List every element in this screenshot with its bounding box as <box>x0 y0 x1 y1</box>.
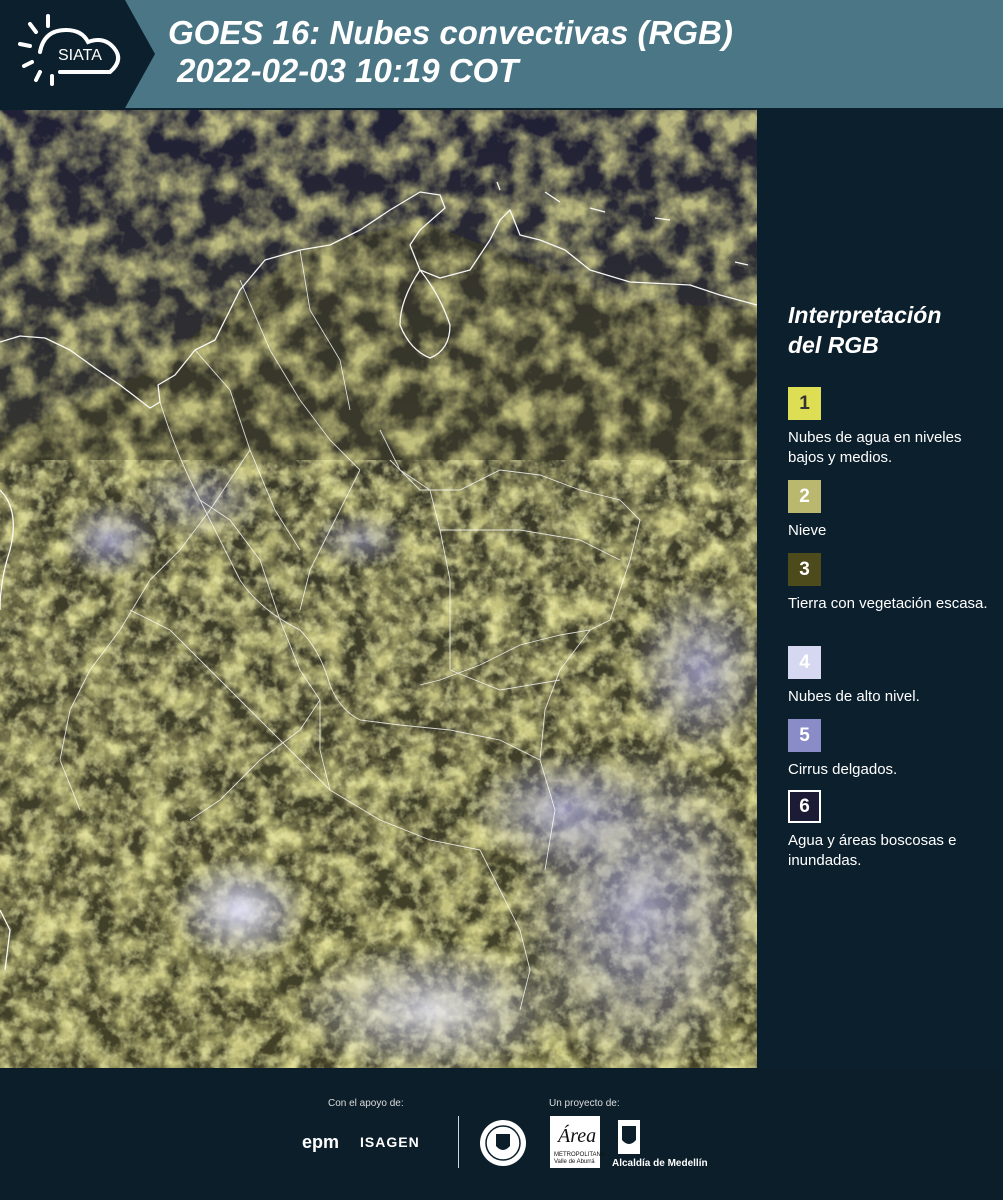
isagen-logo: ISAGEN <box>360 1134 420 1150</box>
legend-label-2: Nieve <box>788 522 827 539</box>
legend-item-1: 1 Nubes de agua en niveles bajos y medio… <box>788 387 993 468</box>
legend-title: Interpretación del RGB <box>788 300 993 360</box>
legend-item-4: 4 Nubes de alto nivel. <box>788 646 993 707</box>
svg-text:Área: Área <box>556 1124 596 1147</box>
legend-item-5: 5 Cirrus delgados. <box>788 719 993 780</box>
footer: Con el apoyo de: Un proyecto de: epm ISA… <box>0 1068 1003 1200</box>
legend-title-line-2: del RGB <box>788 332 879 358</box>
siata-logo: SIATA <box>0 0 155 108</box>
header-bar: SIATA GOES 16: Nubes convectivas (RGB) 2… <box>0 0 1003 108</box>
epm-logo: epm <box>302 1132 340 1152</box>
medellin-seal-icon <box>480 1120 526 1166</box>
alcaldia-label: Alcaldía de Medellín <box>612 1158 708 1169</box>
legend-label-5: Cirrus delgados. <box>788 761 898 778</box>
area-metropolitana-text: METROPOLITANA Valle de Aburrá <box>554 1152 605 1165</box>
svg-text:SIATA: SIATA <box>58 47 102 64</box>
legend-item-6: 6 Agua y áreas boscosas e inundadas. <box>788 790 993 871</box>
legend-swatch-2: 2 <box>788 480 821 513</box>
legend-label-4: Nubes de alto nivel. <box>788 688 920 705</box>
legend-swatch-1: 1 <box>788 387 821 420</box>
rgb-legend: Interpretación del RGB 1 Nubes de agua e… <box>788 300 993 869</box>
title-line-2: 2022-02-03 10:19 COT <box>168 52 519 89</box>
legend-label-3: Tierra con vegetación escasa. <box>788 595 988 612</box>
area-metropolitana-logo: Área METROPOLITANA Valle de Aburrá <box>550 1116 605 1168</box>
legend-item-3: 3 Tierra con vegetación escasa. <box>788 553 993 614</box>
legend-swatch-6: 6 <box>788 790 821 823</box>
footer-divider <box>458 1116 459 1168</box>
page-title: GOES 16: Nubes convectivas (RGB) 2022-02… <box>168 14 733 90</box>
project-label: Un proyecto de: <box>549 1098 620 1109</box>
satellite-map <box>0 110 757 1068</box>
support-label: Con el apoyo de: <box>328 1098 404 1109</box>
legend-swatch-5: 5 <box>788 719 821 752</box>
legend-item-2: 2 Nieve <box>788 480 993 541</box>
legend-label-6: Agua y áreas boscosas e inundadas. <box>788 832 957 869</box>
legend-title-line-1: Interpretación <box>788 302 942 328</box>
legend-swatch-3: 3 <box>788 553 821 586</box>
legend-label-1: Nubes de agua en niveles bajos y medios. <box>788 429 962 466</box>
alcaldia-shield-icon <box>618 1120 640 1154</box>
legend-swatch-4: 4 <box>788 646 821 679</box>
title-line-1: GOES 16: Nubes convectivas (RGB) <box>168 14 733 51</box>
